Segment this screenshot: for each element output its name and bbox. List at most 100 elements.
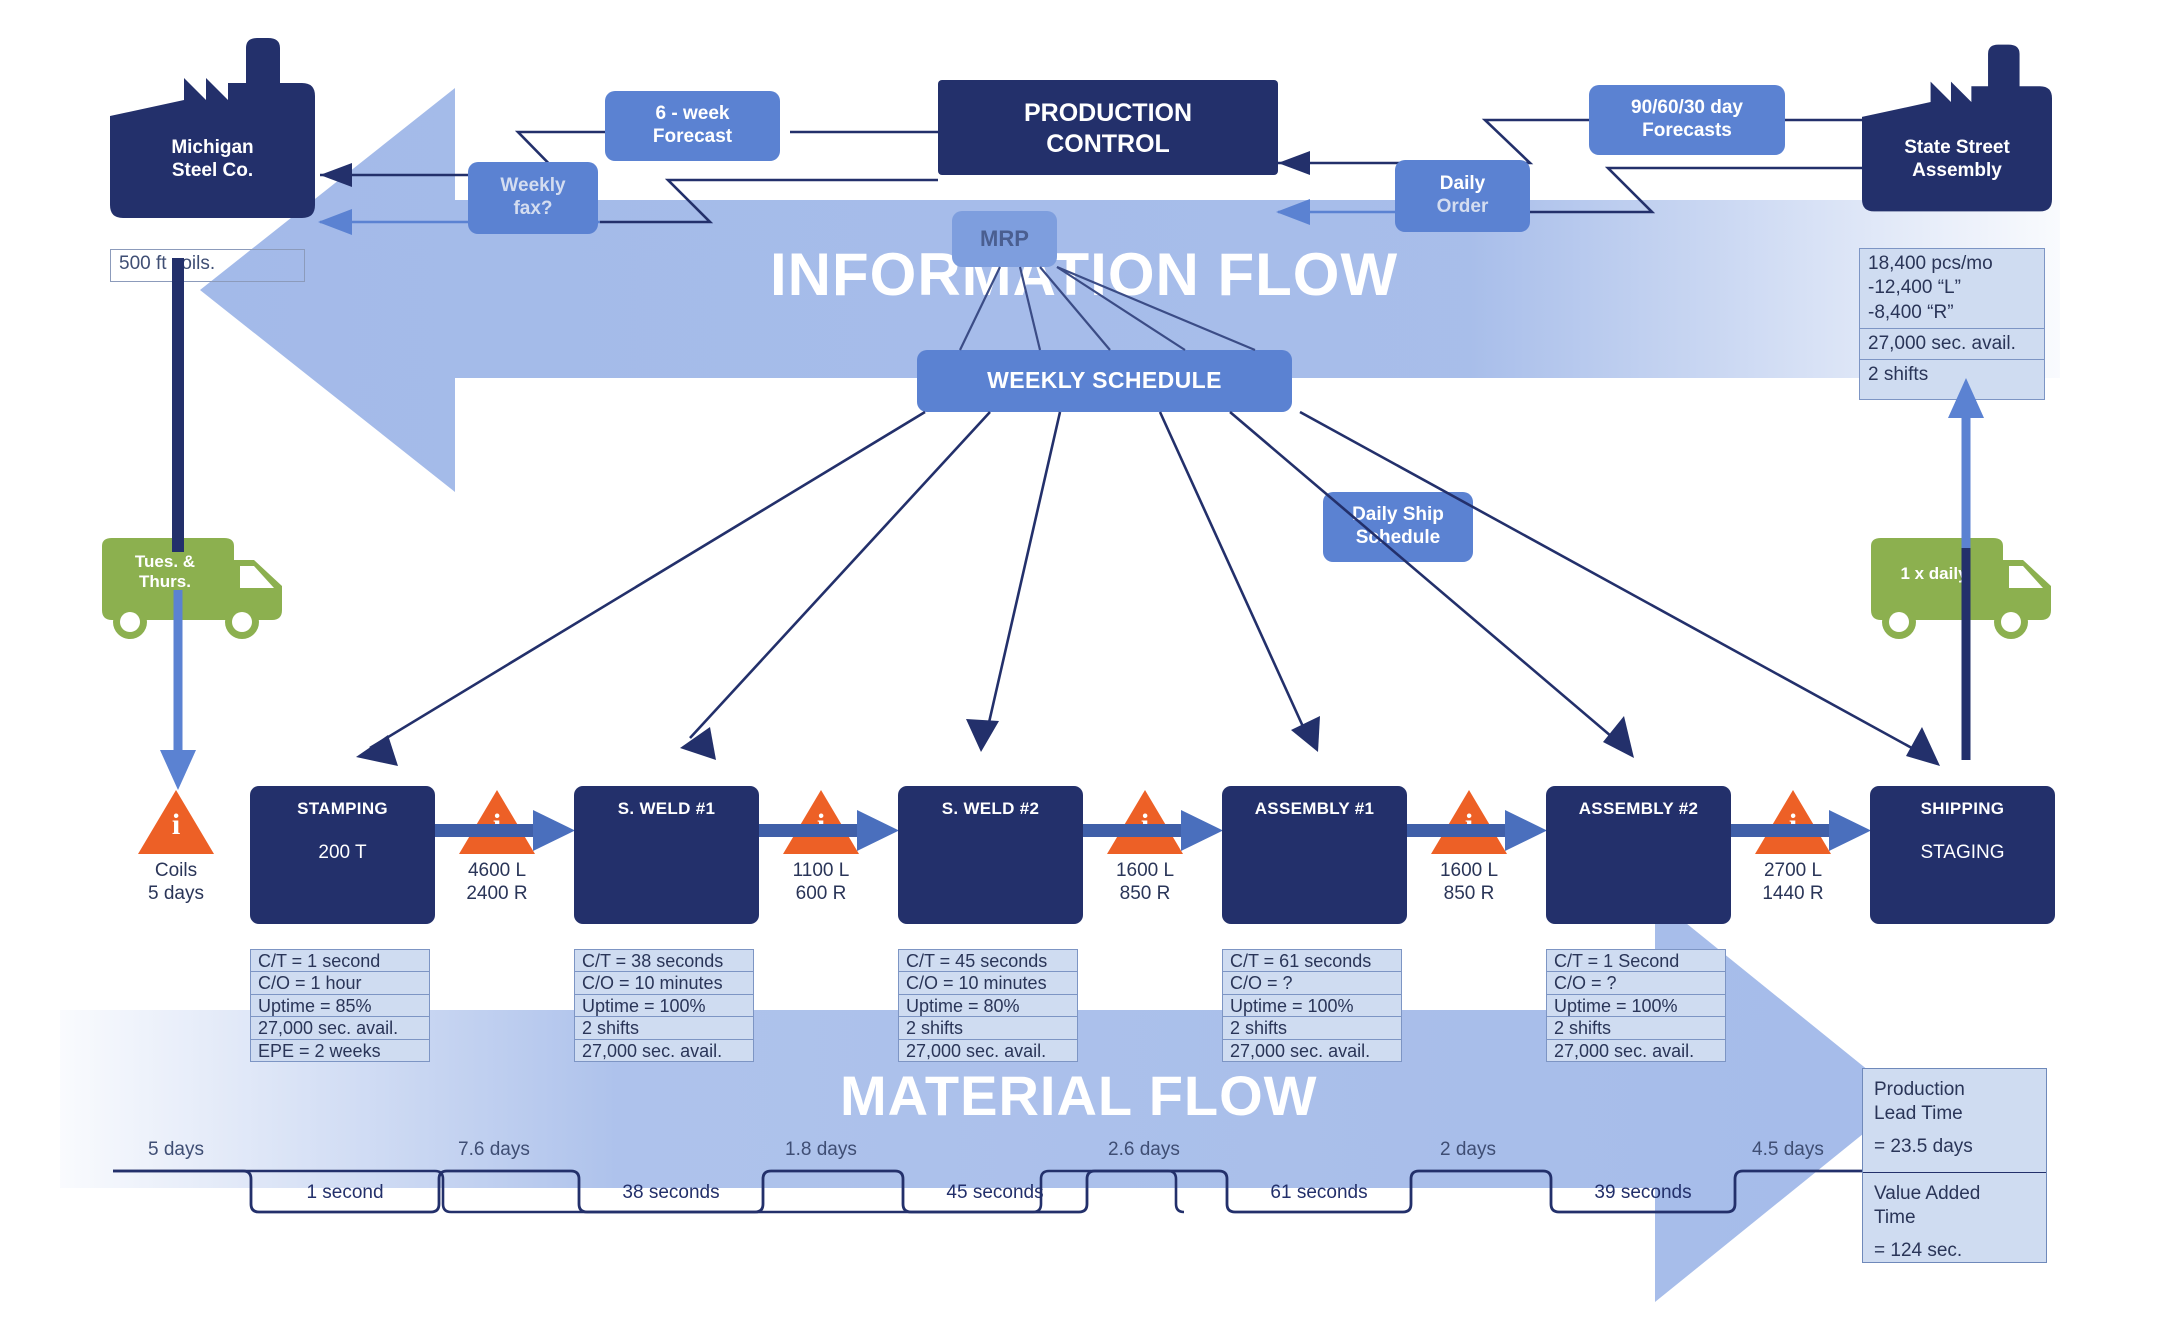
inventory-i-icon: i xyxy=(1140,808,1150,841)
lead-time-label: 4.5 days xyxy=(1752,1139,1824,1160)
truck-icon xyxy=(1871,538,2051,639)
lead-time-label: 1.8 days xyxy=(785,1139,857,1160)
process-title: ASSEMBLY #1 xyxy=(1254,799,1375,818)
value-added-label: 61 seconds xyxy=(1270,1182,1368,1203)
data-row: Uptime = 100% xyxy=(1223,995,1401,1018)
inventory-after-sweld2: i 1600 L 850 R xyxy=(1107,790,1183,904)
process-title: STAMPING xyxy=(297,799,388,818)
value-added-label: 1 second xyxy=(306,1182,384,1203)
data-row: Uptime = 80% xyxy=(899,995,1077,1018)
data-row: Uptime = 100% xyxy=(575,995,753,1018)
inventory-qty-1: 1600 L xyxy=(1115,860,1175,881)
information-flow-band xyxy=(200,88,2060,492)
process-box-sweld2: S. WELD #2 xyxy=(898,786,1083,924)
customer-data-row: 18,400 pcs/mo xyxy=(1868,253,1993,274)
supplier-right-name-2: Assembly xyxy=(1912,160,2002,182)
data-row: 27,000 sec. avail. xyxy=(582,1040,723,1061)
process-title: S. WELD #2 xyxy=(941,799,1040,818)
process-box-stamping: STAMPING 200 T xyxy=(250,786,435,924)
customer-data-row: -12,400 “L” xyxy=(1868,277,1961,299)
data-row: C/O = ? xyxy=(1547,972,1725,995)
data-row: 2 shifts xyxy=(575,1017,753,1040)
value-added-label: 45 seconds xyxy=(946,1182,1044,1203)
data-row: 27,000 sec. avail. xyxy=(906,1040,1047,1061)
customer-data-row: 2 shifts xyxy=(1868,364,1929,386)
inbound-truck: Tues. & Thurs. xyxy=(96,538,306,648)
data-row: C/O = 10 minutes xyxy=(899,972,1077,995)
process-title: ASSEMBLY #2 xyxy=(1578,799,1699,818)
value-added-value: = 124 sec. xyxy=(1874,1239,1963,1261)
lead-time-label: 7.6 days xyxy=(458,1139,530,1160)
lead-time-label: 2 days xyxy=(1440,1139,1496,1160)
forecasts-pill[interactable]: 90/60/30 day Forecasts xyxy=(1589,85,1785,155)
inventory-qty-2: 5 days xyxy=(148,882,204,904)
inventory-qty-2: 1440 R xyxy=(1762,882,1824,904)
information-flow-lines xyxy=(318,118,1862,235)
factory-icon xyxy=(1862,44,2052,212)
material-flow-label: MATERIAL FLOW xyxy=(840,1064,1318,1127)
customer-state-street-assembly: State Street Assembly xyxy=(1862,38,2052,218)
production-control-title-1: PRODUCTION xyxy=(1023,99,1193,127)
value-added-label-1: Value Added xyxy=(1874,1183,1981,1204)
inbound-truck-label-2: Thurs. xyxy=(139,572,191,592)
inbound-truck-label-1: Tues. & xyxy=(134,552,196,571)
daily-order-line-2: Order xyxy=(1436,196,1489,217)
inventory-qty-1: 1100 L xyxy=(792,860,850,881)
shipping-material-arrows xyxy=(160,258,1984,790)
data-row: Uptime = 100% xyxy=(1547,995,1725,1018)
production-control-box: PRODUCTION CONTROL xyxy=(938,80,1278,175)
data-row: EPE = 2 weeks xyxy=(258,1040,381,1061)
inventory-i-icon: i xyxy=(492,808,502,841)
inventory-qty-2: 2400 R xyxy=(466,882,528,904)
six-week-forecast-pill[interactable]: 6 - week Forecast xyxy=(605,91,780,161)
value-added-label: 38 seconds xyxy=(622,1182,720,1203)
inventory-after-stamping: i 4600 L 2400 R xyxy=(459,790,535,904)
mrp-box[interactable]: MRP xyxy=(952,211,1057,267)
lead-time-label: 5 days xyxy=(148,1139,204,1160)
value-added-label-2: Time xyxy=(1874,1206,1916,1228)
data-box-assembly2: C/T = 1 Second C/O = ? Uptime = 100% 2 s… xyxy=(1546,949,1726,1062)
lead-time-label: 2.6 days xyxy=(1108,1139,1180,1160)
production-control-title-2: CONTROL xyxy=(1046,130,1170,159)
inventory-qty-2: 600 R xyxy=(795,882,847,904)
data-row: Uptime = 85% xyxy=(251,995,429,1018)
value-added-label: 39 seconds xyxy=(1594,1182,1692,1203)
data-row: C/O = ? xyxy=(1223,972,1401,995)
daily-ship-schedule-pill[interactable]: Daily Ship Schedule xyxy=(1323,492,1473,562)
forecasts-line-2: Forecasts xyxy=(1642,120,1732,141)
lead-time-label-2: Lead Time xyxy=(1874,1102,1963,1124)
daily-ship-line-2: Schedule xyxy=(1355,527,1441,548)
inventory-qty-2: 850 R xyxy=(1443,882,1495,904)
data-row: C/O = 10 minutes xyxy=(575,972,753,995)
data-row: 27,000 sec. avail. xyxy=(1554,1040,1695,1061)
supplier-michigan-steel: Michigan Steel Co. xyxy=(110,38,315,218)
inventory-after-assembly1: i 1600 L 850 R xyxy=(1431,790,1507,904)
inventory-i-icon: i xyxy=(1464,808,1474,841)
summary-box: Production Lead Time = 23.5 days Value A… xyxy=(1862,1068,2047,1263)
schedule-radiating-lines xyxy=(356,265,1940,766)
process-box-shipping: SHIPPING STAGING xyxy=(1870,786,2055,924)
process-box-sweld1: S. WELD #1 xyxy=(574,786,759,924)
inventory-i-icon: i xyxy=(816,808,826,841)
supplier-right-name-1: State Street xyxy=(1904,137,2010,158)
daily-order-line-1: Daily xyxy=(1439,173,1486,195)
inventory-after-sweld1: i 1100 L 600 R xyxy=(783,790,859,904)
process-subtitle: STAGING xyxy=(1920,842,2005,863)
inventory-qty-1: 1600 L xyxy=(1439,860,1499,881)
data-row: 2 shifts xyxy=(899,1017,1077,1040)
data-box-sweld2: C/T = 45 seconds C/O = 10 minutes Uptime… xyxy=(898,949,1078,1062)
data-row: C/T = 45 seconds xyxy=(899,950,1077,973)
weekly-fax-pill[interactable]: Weekly fax? xyxy=(468,162,598,234)
six-week-forecast-line-2: Forecast xyxy=(652,126,733,147)
factory-icon xyxy=(110,38,315,218)
data-box-sweld1: C/T = 38 seconds C/O = 10 minutes Uptime… xyxy=(574,949,754,1062)
inventory-coils: i Coils 5 days xyxy=(138,790,214,904)
weekly-fax-line-2: fax? xyxy=(513,198,553,219)
data-row: C/O = 1 hour xyxy=(251,972,429,995)
customer-data-row: 27,000 sec. avail. xyxy=(1860,329,2044,361)
data-row: 27,000 sec. avail. xyxy=(251,1017,429,1040)
inventory-after-assembly2: i 2700 L 1440 R xyxy=(1755,790,1831,904)
value-stream-map: INFORMATION FLOW MATERIAL FLOW Michigan … xyxy=(0,0,2173,1329)
weekly-schedule-box[interactable]: WEEKLY SCHEDULE xyxy=(917,350,1292,412)
daily-order-pill[interactable]: Daily Order xyxy=(1395,160,1530,232)
